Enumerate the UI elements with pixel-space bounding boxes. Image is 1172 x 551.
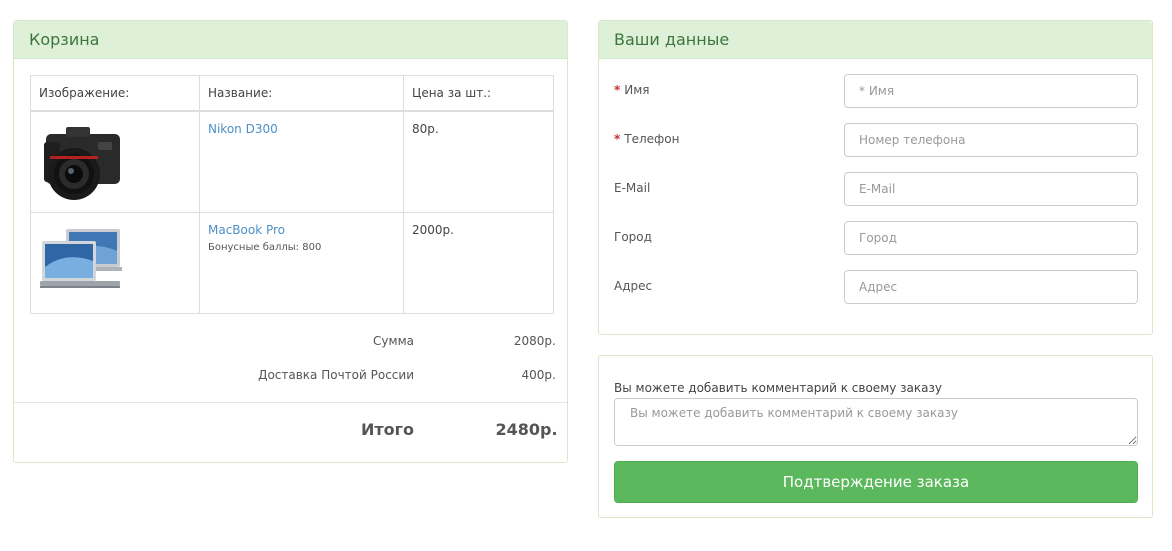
subtotal-label: Сумма (373, 334, 414, 348)
name-label: * Имя (614, 83, 650, 97)
cart-table-header: Изображение: Название: Цена за шт.: (30, 75, 554, 112)
product-link[interactable]: Nikon D300 (208, 122, 278, 136)
comment-panel: Вы можете добавить комментарий к своему … (598, 355, 1153, 518)
table-row: Nikon D300 80р. (30, 110, 554, 213)
grand-total-label: Итого (360, 420, 414, 439)
form-row-phone: * Телефон (614, 123, 1138, 157)
address-input[interactable] (844, 270, 1138, 304)
name-input[interactable] (844, 74, 1138, 108)
comment-label: Вы можете добавить комментарий к своему … (614, 381, 942, 395)
confirm-order-button[interactable]: Подтверждение заказа (614, 461, 1138, 503)
bonus-points: Бонусные баллы: 800 (208, 241, 322, 253)
address-label: Адрес (614, 279, 653, 293)
form-row-city: Город (614, 221, 1138, 255)
city-input[interactable] (844, 221, 1138, 255)
form-row-name: * Имя (614, 74, 1138, 108)
customer-title: Ваши данные (599, 21, 1152, 59)
required-marker: * (614, 83, 621, 97)
cart-title: Корзина (14, 21, 567, 59)
laptop-image[interactable] (40, 221, 122, 303)
table-row: MacBook Pro Бонусные баллы: 800 2000р. (30, 211, 554, 314)
cart-panel: Корзина Изображение: Название: Цена за ш… (13, 20, 568, 463)
cart-table: Изображение: Название: Цена за шт.: Niko… (30, 75, 554, 314)
camera-image[interactable] (40, 120, 122, 202)
product-image-cell (30, 110, 200, 213)
column-header-name: Название: (199, 75, 404, 112)
product-name-cell: MacBook Pro Бонусные баллы: 800 (199, 211, 404, 314)
column-header-price: Цена за шт.: (403, 75, 554, 112)
shipping-label: Доставка Почтой России (258, 368, 414, 382)
shipping-value: 400р. (521, 368, 556, 382)
required-marker: * (614, 132, 621, 146)
grand-total-value: 2480р. (495, 420, 558, 439)
product-image-cell (30, 211, 200, 314)
phone-input[interactable] (844, 123, 1138, 157)
phone-label: * Телефон (614, 132, 680, 146)
subtotal-value: 2080р. (513, 334, 556, 348)
subtotal-row: Сумма 2080р. (114, 334, 556, 348)
product-price-cell: 80р. (403, 110, 554, 213)
city-label: Город (614, 230, 652, 244)
shipping-row: Доставка Почтой России 400р. (114, 368, 556, 382)
product-name-cell: Nikon D300 (199, 110, 404, 213)
column-header-image: Изображение: (30, 75, 200, 112)
form-row-email: E-Mail (614, 172, 1138, 206)
email-label: E-Mail (614, 181, 651, 195)
email-input[interactable] (844, 172, 1138, 206)
comment-textarea[interactable] (614, 398, 1138, 446)
form-row-address: Адрес (614, 270, 1138, 304)
divider (14, 402, 567, 403)
product-link[interactable]: MacBook Pro (208, 223, 285, 237)
grand-total-row: Итого 2480р. (114, 420, 558, 439)
customer-panel: Ваши данные *Имя *Телефон E-Mail Город А… (598, 20, 1153, 335)
product-price-cell: 2000р. (403, 211, 554, 314)
